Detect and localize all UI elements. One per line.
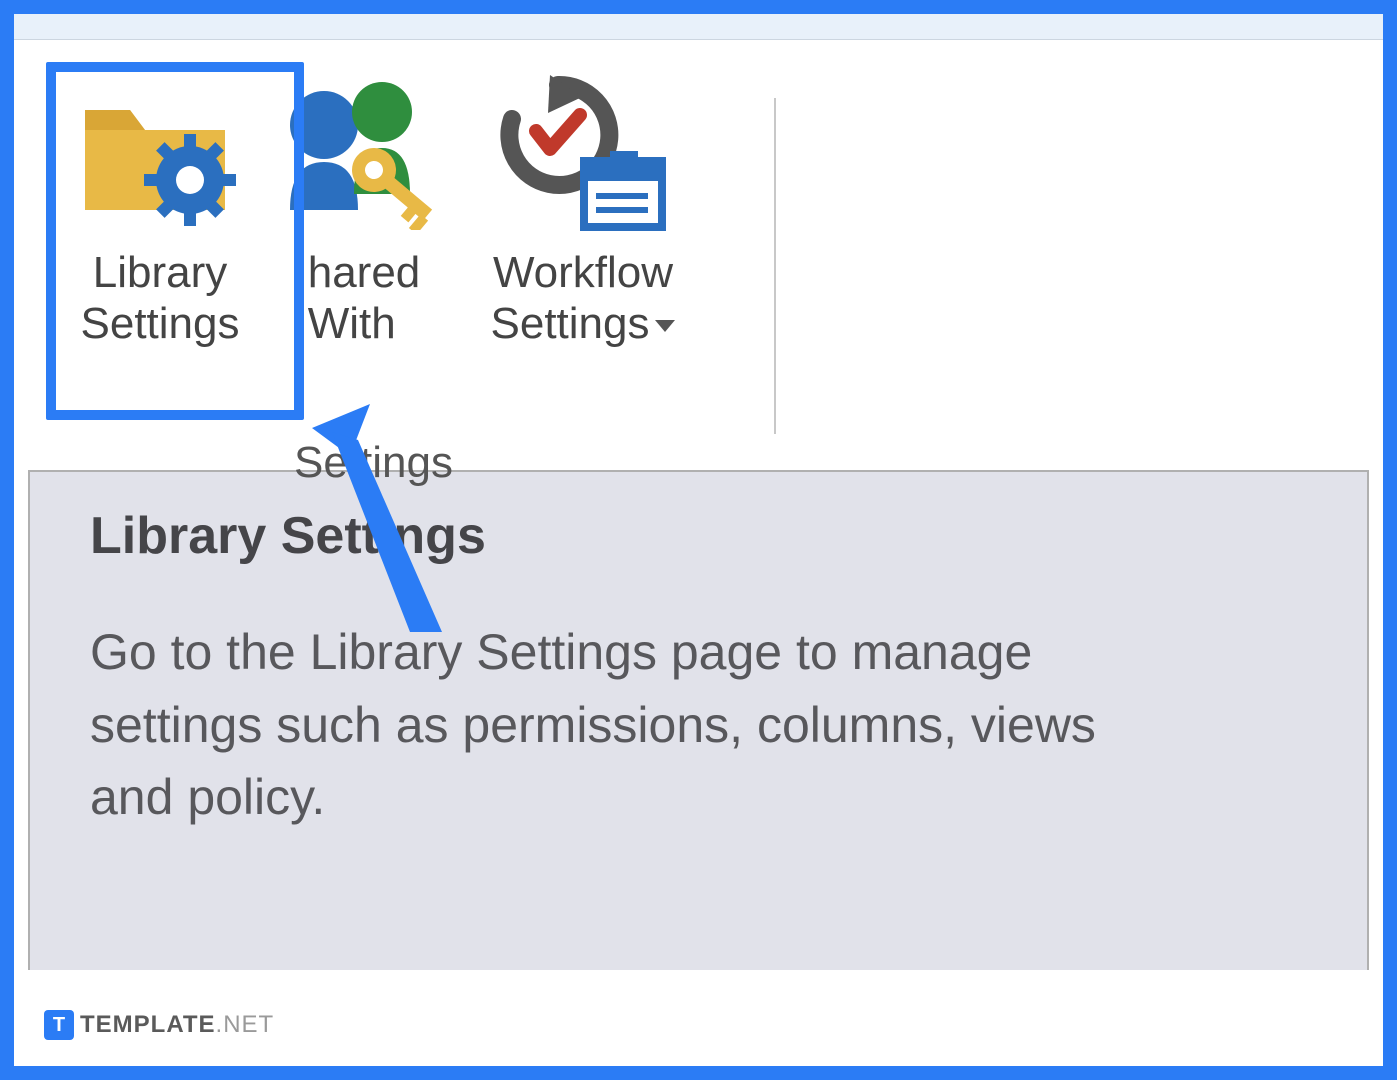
ribbon-group-label: Settings <box>294 438 453 488</box>
ribbon-settings-group: Library Settings <box>14 40 1383 470</box>
ribbon-group-divider <box>774 98 776 434</box>
ribbon-button-label: Library Settings <box>81 248 240 349</box>
workflow-settings-button[interactable]: Workflow Settings <box>458 60 708 359</box>
ribbon-tab-strip <box>14 14 1383 40</box>
annotation-frame: Library Settings <box>0 0 1397 1080</box>
template-logo-icon: T <box>44 1010 74 1040</box>
workflow-icon <box>498 70 668 240</box>
ribbon-button-label: Workflow Settings <box>491 248 676 349</box>
tooltip-description: Go to the Library Settings page to manag… <box>90 616 1190 834</box>
tooltip-title: Library Settings <box>90 506 1307 566</box>
chevron-down-icon <box>655 320 675 332</box>
ribbon-button-label: hared With <box>308 248 421 349</box>
watermark-text: TEMPLATE.NET <box>80 1011 274 1039</box>
tooltip-panel: Library Settings Go to the Library Setti… <box>28 470 1369 970</box>
people-key-icon <box>284 70 444 240</box>
folder-gear-icon <box>75 70 245 240</box>
shared-with-button[interactable]: hared With <box>284 60 444 359</box>
library-settings-button[interactable]: Library Settings <box>50 60 270 359</box>
watermark: T TEMPLATE.NET <box>44 1010 274 1040</box>
